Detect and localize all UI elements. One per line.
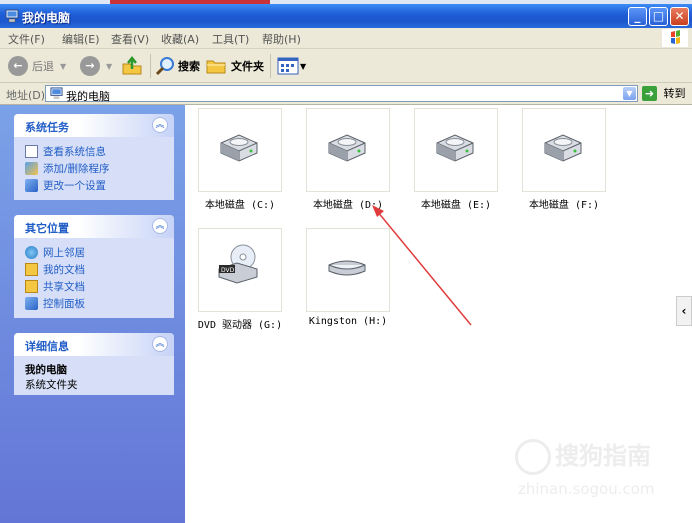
- control-panel-icon: [25, 297, 38, 310]
- back-label: 后退: [32, 60, 54, 73]
- watermark-text: 搜狗指南: [555, 442, 651, 470]
- go-button[interactable]: ➜ 转到: [642, 85, 686, 101]
- views-icon: [277, 57, 299, 75]
- back-button[interactable]: ← 后退 ▼: [8, 54, 66, 78]
- folder-icon: [25, 263, 38, 276]
- link-label: 网上邻居: [43, 247, 85, 259]
- back-arrow-icon: ←: [8, 56, 28, 76]
- computer-icon: [5, 9, 19, 23]
- link-label: 添加/删除程序: [43, 163, 110, 175]
- watermark: 搜狗指南: [515, 436, 651, 475]
- folders-button[interactable]: 文件夹: [206, 54, 264, 78]
- search-label: 搜索: [178, 60, 200, 73]
- menu-view[interactable]: 查看(V): [111, 31, 149, 47]
- link-control-panel[interactable]: 控制面板: [25, 295, 174, 312]
- window-title: 我的电脑: [22, 11, 71, 25]
- go-arrow-icon: ➜: [642, 85, 657, 101]
- toolbar: ← 后退 ▼ → ▼ 搜索 文件夹 ▼: [0, 49, 692, 83]
- menu-help[interactable]: 帮助(H): [262, 31, 301, 47]
- computer-icon: [50, 87, 63, 100]
- menu-favorites[interactable]: 收藏(A): [161, 31, 199, 47]
- system-tasks-panel: 系统任务 ︽ 查看系统信息 添加/删除程序 更改一个设置: [14, 114, 174, 200]
- details-name: 我的电脑: [25, 364, 67, 376]
- sogou-logo-icon: [515, 439, 551, 475]
- collapse-chevron-icon[interactable]: ︽: [152, 218, 168, 234]
- up-folder-button[interactable]: [121, 54, 143, 78]
- views-button[interactable]: ▼: [270, 54, 306, 78]
- panel-title: 其它位置: [25, 222, 69, 235]
- link-network-places[interactable]: 网上邻居: [25, 244, 174, 261]
- link-label: 控制面板: [43, 298, 85, 310]
- forward-arrow-icon: →: [80, 56, 100, 76]
- link-view-system-info[interactable]: 查看系统信息: [25, 143, 174, 160]
- link-label: 查看系统信息: [43, 146, 106, 158]
- system-tasks-header[interactable]: 系统任务 ︽: [14, 114, 174, 137]
- details-description: 系统文件夹: [25, 379, 78, 391]
- link-my-documents[interactable]: 我的文档: [25, 261, 174, 278]
- collapse-chevron-icon[interactable]: ︽: [152, 336, 168, 352]
- forward-button[interactable]: → ▼: [80, 54, 112, 78]
- link-label: 我的文档: [43, 264, 85, 276]
- menu-bar: 文件(F) 编辑(E) 查看(V) 收藏(A) 工具(T) 帮助(H): [0, 28, 692, 49]
- link-label: 更改一个设置: [43, 180, 106, 192]
- folders-label: 文件夹: [231, 60, 264, 73]
- maximize-button[interactable]: □: [649, 7, 668, 26]
- link-add-remove-programs[interactable]: 添加/删除程序: [25, 160, 174, 177]
- other-places-header[interactable]: 其它位置 ︽: [14, 215, 174, 238]
- menu-tools[interactable]: 工具(T): [212, 31, 249, 47]
- system-info-icon: [25, 145, 38, 158]
- address-label: 地址(D): [6, 89, 46, 102]
- title-bar[interactable]: 我的电脑 _ □ ✕: [0, 4, 692, 28]
- link-shared-documents[interactable]: 共享文档: [25, 278, 174, 295]
- link-label: 共享文档: [43, 281, 85, 293]
- search-icon: [155, 57, 174, 76]
- collapse-chevron-icon[interactable]: ︽: [152, 117, 168, 133]
- network-icon: [25, 246, 38, 259]
- menu-file[interactable]: 文件(F): [8, 31, 45, 47]
- address-value: 我的电脑: [66, 90, 110, 103]
- panel-title: 系统任务: [25, 121, 69, 134]
- menu-edit[interactable]: 编辑(E): [62, 31, 100, 47]
- close-button[interactable]: ✕: [670, 7, 689, 26]
- add-remove-programs-icon: [25, 162, 38, 175]
- up-folder-icon: [122, 55, 142, 75]
- control-panel-icon: [25, 179, 38, 192]
- windows-logo-icon: [662, 29, 688, 47]
- back-dropdown-icon: ▼: [60, 61, 67, 71]
- folder-icon: [206, 60, 226, 74]
- go-label: 转到: [663, 87, 686, 100]
- scroll-tab[interactable]: ‹: [676, 296, 692, 326]
- minimize-button[interactable]: _: [628, 7, 647, 26]
- task-pane: 系统任务 ︽ 查看系统信息 添加/删除程序 更改一个设置 其它位置 ︽ 网上邻居…: [0, 105, 185, 523]
- link-change-setting[interactable]: 更改一个设置: [25, 177, 174, 194]
- folder-icon: [25, 280, 38, 293]
- address-dropdown-icon[interactable]: ▼: [623, 87, 636, 100]
- address-bar: 地址(D) 我的电脑 ▼ ➜ 转到: [0, 83, 692, 105]
- details-header[interactable]: 详细信息 ︽: [14, 333, 174, 356]
- forward-dropdown-icon: ▼: [106, 61, 113, 71]
- watermark-url: zhinan.sogou.com: [518, 480, 655, 498]
- panel-title: 详细信息: [25, 340, 69, 353]
- search-button[interactable]: 搜索: [150, 54, 200, 78]
- other-places-panel: 其它位置 ︽ 网上邻居 我的文档 共享文档 控制面板: [14, 215, 174, 318]
- address-input[interactable]: 我的电脑 ▼: [45, 85, 638, 103]
- views-dropdown-icon: ▼: [300, 61, 307, 71]
- details-panel: 详细信息 ︽ 我的电脑 系统文件夹: [14, 333, 174, 395]
